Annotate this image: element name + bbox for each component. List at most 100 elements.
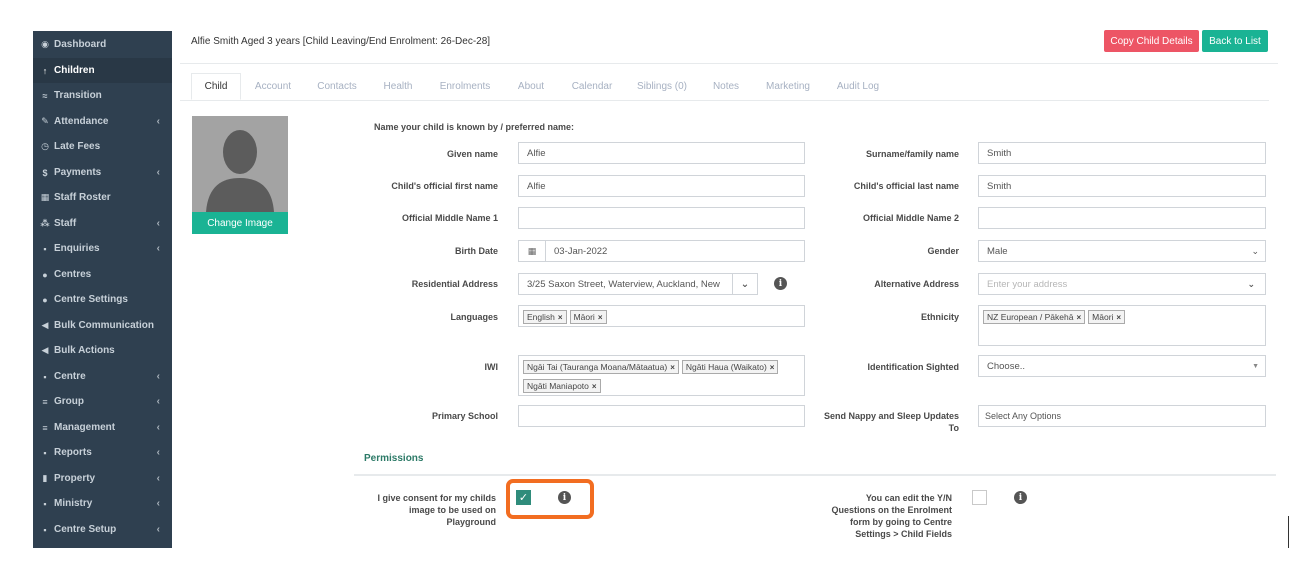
copy-child-details-button[interactable]: Copy Child Details [1104,30,1199,52]
tab-audit-log[interactable]: Audit Log [830,73,886,100]
remove-tag-icon[interactable]: × [558,313,563,322]
grid-icon: ▪ [43,524,47,535]
yn-questions-checkbox[interactable] [972,490,987,505]
alternative-address-field[interactable]: Enter your address ⌄ [978,273,1266,295]
info-icon[interactable]: i [558,491,571,504]
tab-siblings-0[interactable]: Siblings (0) [632,73,692,100]
graduation-icon: ≈ [42,90,48,101]
info-icon[interactable]: i [1014,491,1027,504]
primary-school-field[interactable] [518,405,805,427]
birth-date-field[interactable]: ▦ 03-Jan-2022 [518,240,805,262]
tag-label: Ngāti Haua (Waikato) [685,362,767,372]
selected-tag: NZ European / Pākehā × [983,310,1086,324]
nappy-sleep-updates-placeholder: Select Any Options [985,411,1062,421]
check-icon: ✓ [518,492,529,504]
sidebar-item-ministry[interactable]: ▪ Ministry ‹ [33,491,172,516]
sidebar-item-property[interactable]: ▮ Property ‹ [33,466,172,491]
alternative-address-placeholder: Enter your address [987,278,1068,290]
back-to-list-button[interactable]: Back to List [1202,30,1268,52]
sidebar-item-dashboard[interactable]: ◉ Dashboard [33,32,172,57]
middle-name-2-field[interactable] [978,207,1266,229]
tab-marketing[interactable]: Marketing [757,73,819,100]
remove-tag-icon[interactable]: × [592,382,597,391]
selected-tag: Ngāti Haua (Waikato) × [681,360,779,374]
sidebar-item-late-fees[interactable]: ◷ Late Fees [33,134,172,159]
chevron-left-icon: ‹ [156,447,160,458]
birth-date-label: Birth Date [454,246,498,256]
sidebar-item-management[interactable]: ≡ Management ‹ [33,415,172,440]
selected-tag: Ngāti Maniapoto × [523,379,601,393]
tab-account[interactable]: Account [246,73,300,100]
remove-tag-icon[interactable]: × [1116,313,1121,322]
image-consent-checkbox[interactable]: ✓ [516,490,531,505]
info-icon[interactable]: i [774,277,787,290]
given-name-field[interactable]: Alfie [518,142,805,164]
official-last-name-label: Child's official last name [853,181,959,191]
remove-tag-icon[interactable]: × [770,363,775,372]
sidebar-item-label: Property [54,473,96,484]
selected-tag: Māori × [1088,310,1126,324]
middle-name-1-field[interactable] [518,207,805,229]
given-name-label: Given name [446,149,498,159]
sidebar-item-payments[interactable]: $ Payments ‹ [33,160,172,185]
residential-address-value: 3/25 Saxon Street, Waterview, Auckland, … [527,278,720,290]
official-last-name-field[interactable]: Smith [978,175,1266,197]
sidebar-item-transition[interactable]: ≈ Transition [33,83,172,108]
primary-school-label: Primary School [431,411,498,421]
sidebar-item-staff[interactable]: ⁂ Staff ‹ [33,211,172,236]
sidebar-item-centres[interactable]: ● Centres [33,262,172,287]
tab-enrolments[interactable]: Enrolments [432,73,498,100]
tab-health[interactable]: Health [376,73,420,100]
tab-about[interactable]: About [510,73,552,100]
building-icon: ▮ [42,473,48,483]
image-consent-label: I give consent for my childs image to be… [377,493,496,527]
tab-notes[interactable]: Notes [705,73,747,100]
nappy-sleep-updates-select[interactable]: Select Any Options [978,405,1266,427]
gender-label: Gender [927,246,959,256]
sidebar: ◉ Dashboard ↑ Children ≈ Transition ✎ Attendanc… [33,31,172,548]
sidebar-item-group[interactable]: ≡ Group ‹ [33,389,172,414]
sidebar-item-centre-setup[interactable]: ▪ Centre Setup ‹ [33,517,172,542]
middle-name-1-label: Official Middle Name 1 [401,213,498,223]
birth-date-value: 03-Jan-2022 [554,245,608,257]
sidebar-item-staff-roster[interactable]: ▦ Staff Roster [33,185,172,210]
sidebar-item-label: Children [54,65,95,76]
list-icon: ≡ [42,396,48,407]
sidebar-item-bulk-communication[interactable]: ◀ Bulk Communication [33,313,172,338]
sidebar-item-label: Ministry [54,498,93,509]
surname-field[interactable]: Smith [978,142,1266,164]
tab-calendar[interactable]: Calendar [564,73,620,100]
sidebar-item-label: Transition [54,90,102,101]
official-first-name-field[interactable]: Alfie [518,175,805,197]
sidebar-item-enquiries[interactable]: ▪ Enquiries ‹ [33,236,172,261]
chevron-left-icon: ‹ [156,498,160,509]
chevron-down-icon[interactable]: ⌄ [732,274,757,294]
divider [180,63,1278,64]
tab-child[interactable]: Child [191,73,241,100]
chevron-down-icon[interactable]: ⌄ [1247,279,1255,290]
sidebar-item-centre[interactable]: ▪ Centre ‹ [33,364,172,389]
sidebar-item-attendance[interactable]: ✎ Attendance ‹ [33,109,172,134]
sidebar-item-label: Centre [54,371,86,382]
languages-multiselect[interactable]: English × Māori × [518,305,805,327]
sidebar-item-centre-settings[interactable]: ● Centre Settings [33,287,172,312]
residential-address-field[interactable]: 3/25 Saxon Street, Waterview, Auckland, … [518,273,758,295]
sidebar-item-label: Reports [54,447,92,458]
child-icon: ↑ [42,65,48,76]
sidebar-item-children[interactable]: ↑ Children [33,58,172,83]
sidebar-item-bulk-actions[interactable]: ◀ Bulk Actions [33,338,172,363]
list-icon: ≡ [42,422,48,433]
gender-select[interactable]: Male ⌄ [978,240,1266,262]
ethnicity-multiselect[interactable]: NZ European / Pākehā × Māori × [978,305,1266,346]
change-image-button[interactable]: Change Image [192,212,288,234]
iwi-multiselect[interactable]: Ngāi Tai (Tauranga Moana/Mātaatua) × Ngāti… [518,355,805,396]
remove-tag-icon[interactable]: × [670,363,675,372]
identification-sighted-select[interactable]: Choose.. ▼ [978,355,1266,377]
ethnicity-label: Ethnicity [920,312,959,322]
remove-tag-icon[interactable]: × [1076,313,1081,322]
selected-tag: Māori × [569,310,607,324]
tab-divider [180,100,1269,101]
remove-tag-icon[interactable]: × [598,313,603,322]
sidebar-item-reports[interactable]: ▪ Reports ‹ [33,440,172,465]
tab-contacts[interactable]: Contacts [312,73,362,100]
